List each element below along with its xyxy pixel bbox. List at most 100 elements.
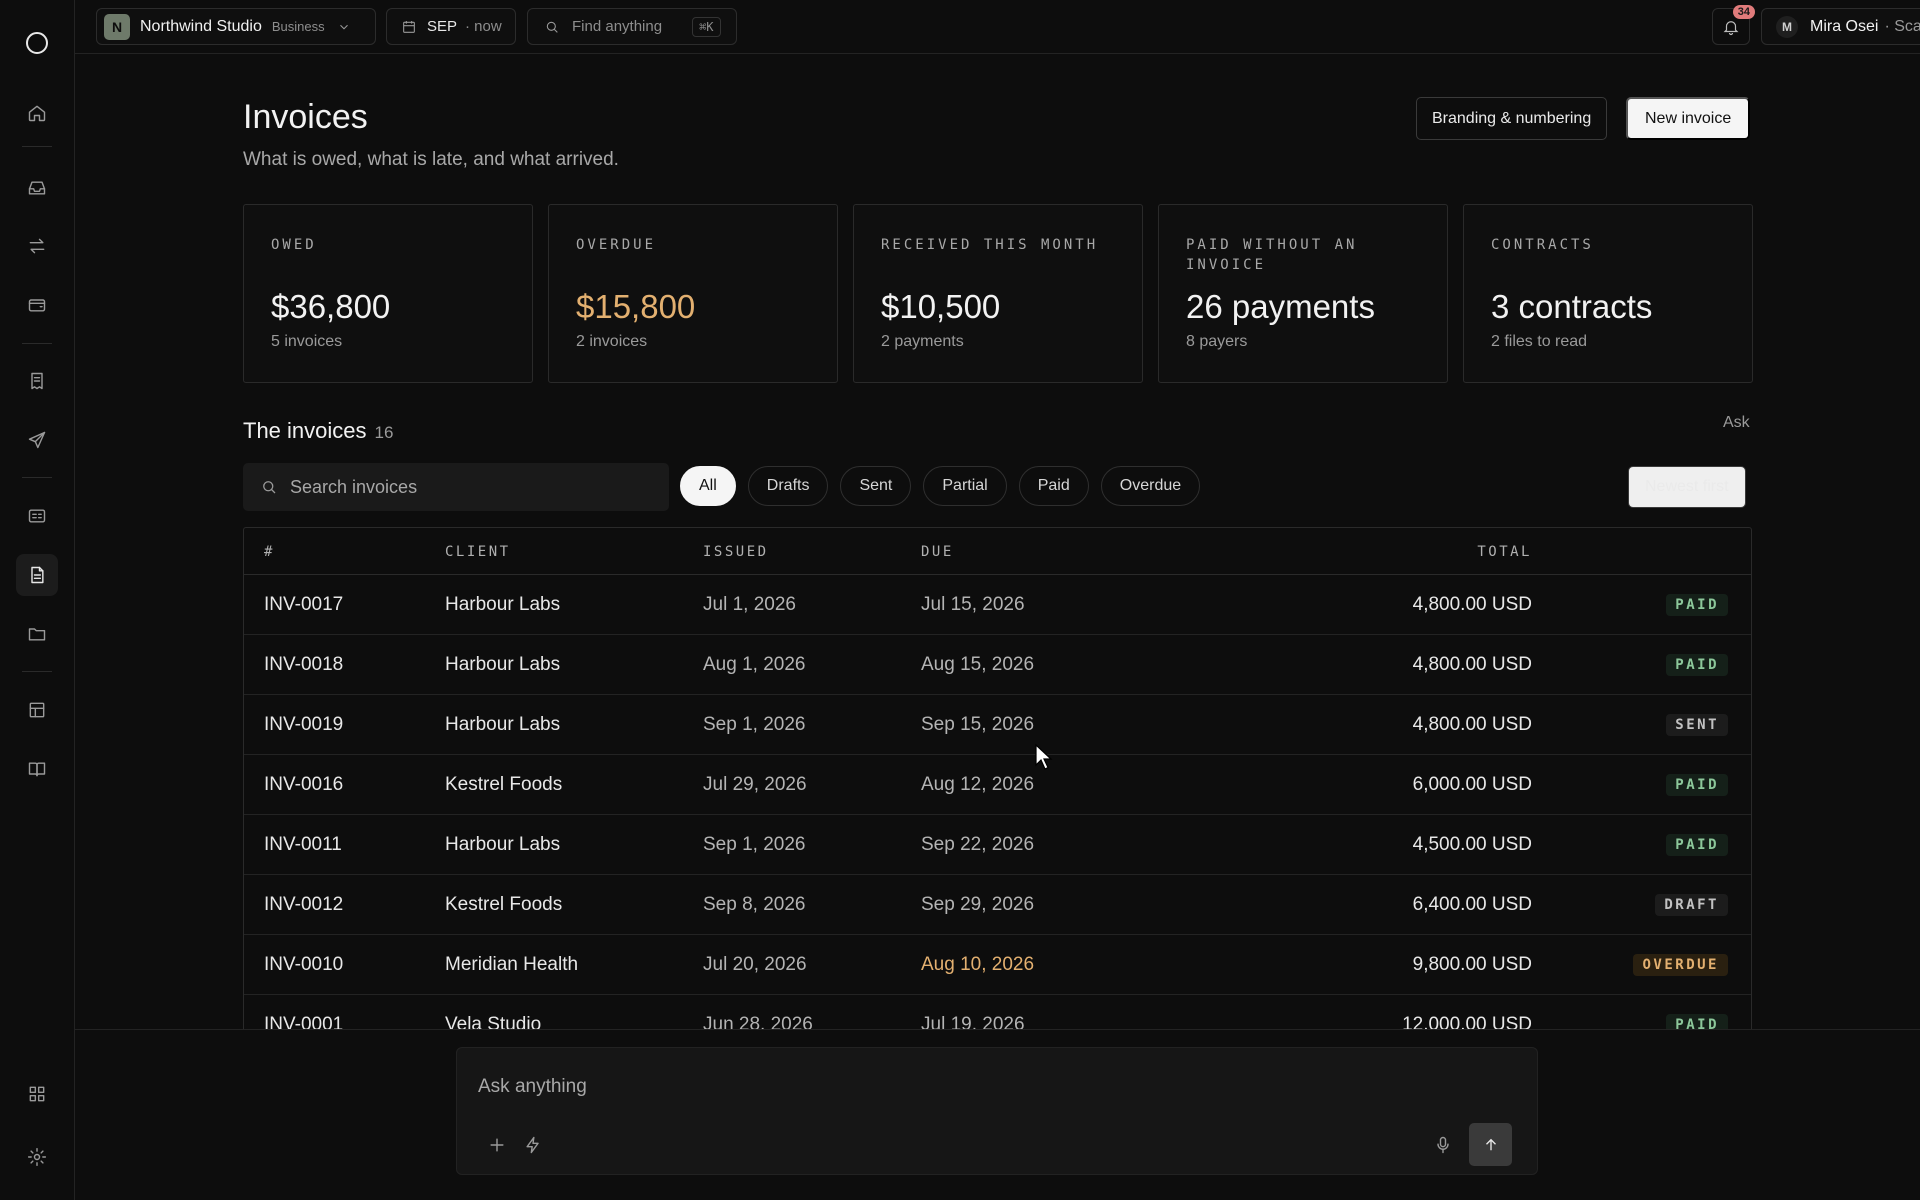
plus-icon[interactable] — [487, 1135, 507, 1155]
lightning-icon[interactable] — [523, 1135, 543, 1155]
invoice-search[interactable] — [243, 463, 669, 511]
table-row[interactable]: INV-0016 Kestrel Foods Jul 29, 2026 Aug … — [244, 755, 1751, 815]
table-row[interactable]: INV-0017 Harbour Labs Jul 1, 2026 Jul 15… — [244, 575, 1751, 635]
stat-sub: 8 payers — [1186, 333, 1248, 350]
workspace-switcher[interactable]: N Northwind Studio Business — [96, 8, 376, 45]
stat-value: $15,800 — [576, 288, 696, 325]
issued-date: Aug 1, 2026 — [703, 654, 806, 675]
table-row[interactable]: INV-0012 Kestrel Foods Sep 8, 2026 Sep 2… — [244, 875, 1751, 935]
due-date: Aug 12, 2026 — [921, 774, 1035, 795]
status-filter-chips: All Drafts Sent Partial Paid Overdue — [680, 466, 1201, 506]
invoice-count: 16 — [374, 423, 394, 442]
settings-gear-icon[interactable] — [16, 1136, 58, 1178]
section-title: The invoices 16 — [243, 418, 393, 444]
stat-card-contracts[interactable]: CONTRACTS 3 contracts 2 files to read — [1463, 204, 1753, 383]
due-date: Sep 29, 2026 — [921, 894, 1035, 915]
status-badge: DRAFT — [1655, 894, 1728, 916]
table-row[interactable]: INV-0001 Vela Studio Jun 28, 2026 Jul 19… — [244, 995, 1751, 1029]
col-total[interactable]: TOTAL — [1477, 544, 1532, 560]
stat-sub: 2 invoices — [576, 333, 648, 350]
arrow-up-icon — [1485, 1138, 1496, 1150]
find-anything-search[interactable]: Find anything ⌘K — [527, 8, 737, 45]
ask-input[interactable] — [478, 1076, 1378, 1098]
invoice-number: INV-0017 — [264, 594, 344, 615]
invoice-total: 4,800.00 USD — [1412, 654, 1532, 675]
table-row[interactable]: INV-0018 Harbour Labs Aug 1, 2026 Aug 15… — [244, 635, 1751, 695]
apps-grid-icon[interactable] — [16, 1073, 58, 1115]
status-badge: PAID — [1666, 1014, 1728, 1029]
notifications-button[interactable]: 34 — [1712, 5, 1755, 45]
invoices-icon[interactable] — [16, 554, 58, 596]
stat-card-owed[interactable]: OWED $36,800 5 invoices — [243, 204, 533, 383]
stat-sub: 5 invoices — [271, 333, 343, 350]
receipt-icon[interactable] — [16, 360, 58, 402]
app-logo-icon[interactable] — [26, 32, 48, 54]
stat-card-overdue[interactable]: OVERDUE $15,800 2 invoices — [548, 204, 838, 383]
workspace-avatar: N — [104, 13, 130, 40]
due-date: Aug 15, 2026 — [921, 654, 1035, 675]
inbox-icon[interactable] — [16, 167, 58, 209]
filter-drafts[interactable]: Drafts — [747, 466, 829, 506]
table-row[interactable]: INV-0019 Harbour Labs Sep 1, 2026 Sep 15… — [244, 695, 1751, 755]
period-sub: · now — [465, 18, 502, 35]
ask-link[interactable]: Ask — [1723, 414, 1750, 432]
invoice-number: INV-0001 — [264, 1014, 344, 1029]
new-invoice-button[interactable]: New invoice — [1626, 97, 1751, 140]
col-number[interactable]: # — [264, 544, 275, 560]
table-row[interactable]: INV-0010 Meridian Health Jul 20, 2026 Au… — [244, 935, 1751, 995]
invoice-total: 6,000.00 USD — [1412, 774, 1532, 795]
filter-overdue[interactable]: Overdue — [1100, 466, 1201, 506]
col-issued[interactable]: ISSUED — [703, 544, 769, 560]
book-icon[interactable] — [16, 748, 58, 790]
status-badge: PAID — [1666, 834, 1728, 856]
col-due[interactable]: DUE — [921, 544, 954, 560]
user-menu[interactable]: M Mira Osei · Scale — [1761, 8, 1920, 45]
stat-card-received[interactable]: RECEIVED THIS MONTH $10,500 2 payments — [853, 204, 1143, 383]
invoice-number: INV-0019 — [264, 714, 344, 735]
filter-all[interactable]: All — [680, 466, 736, 506]
page-title: Invoices — [243, 98, 368, 136]
due-date: Sep 15, 2026 — [921, 714, 1035, 735]
table-row[interactable]: INV-0011 Harbour Labs Sep 1, 2026 Sep 22… — [244, 815, 1751, 875]
home-icon[interactable] — [16, 92, 58, 134]
folder-icon[interactable] — [16, 613, 58, 655]
stat-sub: 2 files to read — [1491, 333, 1588, 350]
stat-label: CONTRACTS — [1491, 237, 1594, 253]
stat-label: OWED — [271, 237, 317, 253]
invoice-number: INV-0018 — [264, 654, 344, 675]
search-icon — [263, 481, 276, 494]
issued-date: Sep 8, 2026 — [703, 894, 806, 915]
find-placeholder: Find anything — [572, 18, 663, 35]
invoice-total: 4,500.00 USD — [1412, 834, 1532, 855]
contacts-icon[interactable] — [16, 495, 58, 537]
left-rail — [0, 0, 75, 1200]
invoice-total: 4,800.00 USD — [1412, 594, 1532, 615]
filter-paid[interactable]: Paid — [1018, 466, 1089, 506]
issued-date: Jul 1, 2026 — [703, 594, 796, 615]
filter-partial[interactable]: Partial — [923, 466, 1007, 506]
status-badge: PAID — [1666, 654, 1728, 676]
ask-composer — [456, 1047, 1538, 1175]
user-plan: · Scale — [1884, 17, 1920, 35]
branding-numbering-button[interactable]: Branding & numbering — [1416, 97, 1608, 140]
filter-sent[interactable]: Sent — [840, 466, 912, 506]
invoice-number: INV-0011 — [264, 834, 342, 855]
send-button[interactable] — [1469, 1123, 1512, 1166]
send-icon[interactable] — [16, 419, 58, 461]
stat-value: $36,800 — [271, 288, 391, 325]
stat-sub: 2 payments — [881, 333, 964, 350]
section-title-text: The invoices — [243, 418, 367, 443]
status-badge: PAID — [1666, 774, 1728, 796]
workspace-name: Northwind Studio — [140, 17, 262, 35]
transfers-icon[interactable] — [16, 225, 58, 267]
stat-card-paid-without-invoice[interactable]: PAID WITHOUT AN INVOICE 26 payments 8 pa… — [1158, 204, 1448, 383]
wallet-icon[interactable] — [16, 284, 58, 326]
col-client[interactable]: CLIENT — [445, 544, 511, 560]
period-selector[interactable]: SEP · now — [386, 8, 516, 45]
sort-button[interactable]: Newest first — [1628, 466, 1746, 508]
invoice-total: 12,000.00 USD — [1402, 1014, 1532, 1029]
microphone-icon[interactable] — [1433, 1135, 1453, 1155]
ask-area — [75, 1029, 1920, 1200]
table-icon[interactable] — [16, 689, 58, 731]
invoice-search-input[interactable] — [290, 476, 650, 498]
